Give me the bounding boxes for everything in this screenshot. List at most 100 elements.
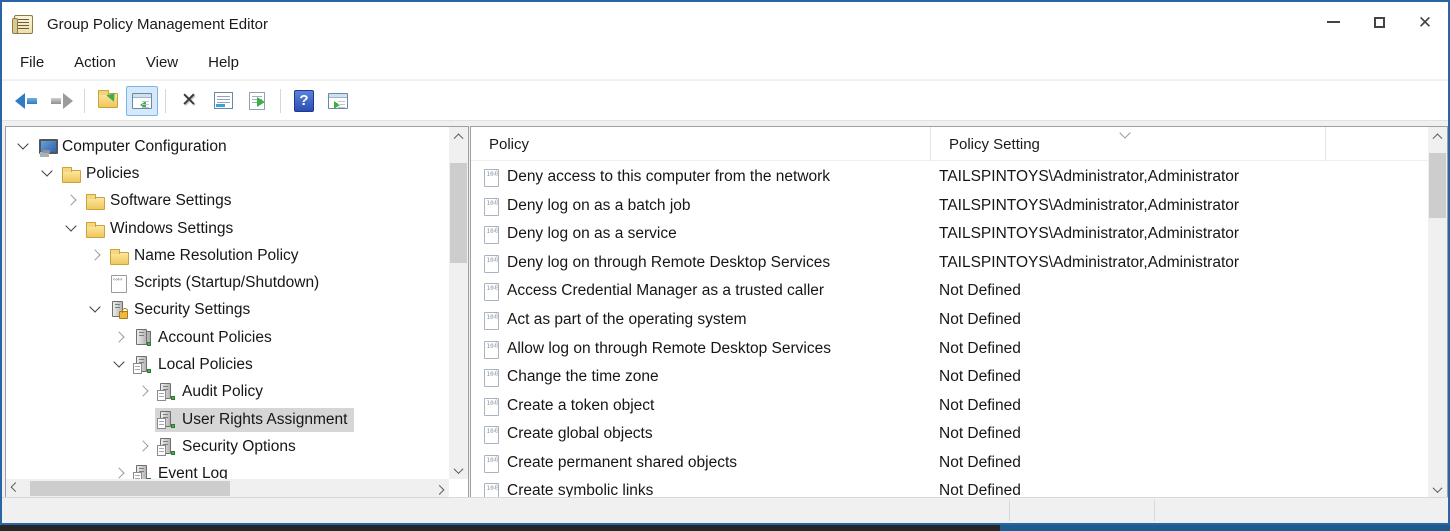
scrollbar-thumb[interactable] [450, 163, 467, 263]
title-bar[interactable]: Group Policy Management Editor ✕ [2, 2, 1448, 46]
expand-chevron-icon[interactable] [112, 358, 126, 372]
scroll-up-arrow-icon[interactable] [1428, 127, 1447, 144]
background-window-accent [1000, 525, 1450, 531]
back-button[interactable] [11, 86, 43, 116]
scroll-right-arrow-icon[interactable] [430, 480, 449, 497]
tree-item-label: Name Resolution Policy [134, 247, 299, 265]
policy-row[interactable]: Create symbolic linksNot Defined [471, 477, 1428, 498]
computer-icon [37, 138, 56, 156]
tree-item-label: User Rights Assignment [182, 411, 347, 429]
tree-item-name-resolution-policy[interactable]: Name Resolution Policy [6, 242, 449, 269]
toolbar-separator [280, 89, 281, 113]
policy-doc-icon [483, 368, 499, 386]
menu-file[interactable]: File [8, 50, 56, 75]
menu-help[interactable]: Help [196, 50, 251, 75]
policy-name: Act as part of the operating system [507, 311, 939, 329]
scrollbar-thumb[interactable] [1429, 153, 1446, 218]
policy-name: Create a token object [507, 397, 939, 415]
tree-item-label: Security Settings [134, 301, 250, 319]
scroll-down-arrow-icon[interactable] [449, 462, 468, 479]
properties-button[interactable] [207, 86, 239, 116]
tree-item-software-settings[interactable]: Software Settings [6, 188, 449, 215]
policy-row[interactable]: Create global objectsNot Defined [471, 420, 1428, 449]
forward-button[interactable] [45, 86, 77, 116]
expand-chevron-icon[interactable] [88, 303, 102, 317]
scripts-icon [109, 274, 128, 292]
tree-vertical-scrollbar[interactable] [449, 127, 468, 479]
folder-icon [85, 220, 104, 238]
up-one-level-button[interactable] [92, 86, 124, 116]
screen: Group Policy Management Editor ✕ File Ac… [0, 0, 1450, 531]
policy-setting: Not Defined [939, 482, 1021, 498]
tree-item-label: Software Settings [110, 192, 231, 210]
policy-name: Deny access to this computer from the ne… [507, 168, 939, 186]
minimize-button[interactable] [1310, 2, 1356, 42]
collapse-chevron-icon[interactable] [136, 385, 150, 399]
scroll-up-arrow-icon[interactable] [449, 127, 468, 144]
scrollbar-thumb[interactable] [30, 481, 230, 496]
policy-row[interactable]: Deny log on through Remote Desktop Servi… [471, 249, 1428, 278]
delete-button[interactable]: ✕ [173, 86, 205, 116]
collapse-chevron-icon[interactable] [112, 331, 126, 345]
show-console-tree-button[interactable] [126, 86, 158, 116]
policy-row[interactable]: Create permanent shared objectsNot Defin… [471, 448, 1428, 477]
list-header: Policy Policy Setting [471, 127, 1428, 161]
tree-item-local-policies[interactable]: Local Policies [6, 351, 449, 378]
tree-item-event-log[interactable]: Event Log [6, 461, 449, 479]
show-action-pane-button[interactable] [322, 86, 354, 116]
policy-row[interactable]: Create a token objectNot Defined [471, 391, 1428, 420]
collapse-chevron-icon[interactable] [136, 440, 150, 454]
tree-horizontal-scrollbar[interactable] [6, 479, 449, 498]
toolbar-separator [165, 89, 166, 113]
window-controls: ✕ [1310, 2, 1448, 42]
menu-view[interactable]: View [134, 50, 190, 75]
policy-name: Deny log on as a service [507, 225, 939, 243]
toolbar: ✕ ? [2, 81, 1448, 121]
list-vertical-scrollbar[interactable] [1428, 127, 1447, 498]
no-chevron [88, 276, 102, 290]
tree-item-audit-policy[interactable]: Audit Policy [6, 379, 449, 406]
help-button[interactable]: ? [288, 86, 320, 116]
scroll-down-arrow-icon[interactable] [1428, 481, 1447, 498]
policy-row[interactable]: Deny log on as a batch jobTAILSPINTOYS\A… [471, 192, 1428, 221]
policy-setting: Not Defined [939, 454, 1021, 472]
policy-row[interactable]: Change the time zoneNot Defined [471, 363, 1428, 392]
tree-item-account-policies[interactable]: Account Policies [6, 324, 449, 351]
policy-name: Change the time zone [507, 368, 939, 386]
tree-item-computer-configuration[interactable]: Computer Configuration [6, 133, 449, 160]
menu-action[interactable]: Action [62, 50, 128, 75]
scroll-left-arrow-icon[interactable] [6, 480, 25, 497]
tree-item-windows-settings[interactable]: Windows Settings [6, 215, 449, 242]
tree-item-scripts[interactable]: Scripts (Startup/Shutdown) [6, 269, 449, 296]
policy-doc-icon [483, 482, 499, 498]
collapse-chevron-icon[interactable] [88, 249, 102, 263]
close-button[interactable]: ✕ [1402, 2, 1448, 42]
policy-row[interactable]: Act as part of the operating systemNot D… [471, 306, 1428, 335]
forward-arrow-icon [49, 93, 73, 109]
column-header-policy[interactable]: Policy [471, 127, 931, 161]
expand-chevron-icon[interactable] [64, 222, 78, 236]
folder-icon [61, 165, 80, 183]
collapse-chevron-icon[interactable] [112, 467, 126, 479]
expand-chevron-icon[interactable] [16, 140, 30, 154]
policy-row[interactable]: Access Credential Manager as a trusted c… [471, 277, 1428, 306]
policy-row[interactable]: Deny log on as a serviceTAILSPINTOYS\Adm… [471, 220, 1428, 249]
policy-row[interactable]: Allow log on through Remote Desktop Serv… [471, 334, 1428, 363]
policy-doc-icon [483, 425, 499, 443]
policy-setting: Not Defined [939, 425, 1021, 443]
tree-item-label: Audit Policy [182, 383, 263, 401]
collapse-chevron-icon[interactable] [64, 194, 78, 208]
tree-item-security-options[interactable]: Security Options [6, 433, 449, 460]
statusbar-divider [1154, 500, 1155, 521]
tree-item-policies[interactable]: Policies [6, 160, 449, 187]
column-label: Policy Setting [949, 136, 1040, 153]
tree-item-security-settings[interactable]: Security Settings [6, 297, 449, 324]
policy-row[interactable]: Deny access to this computer from the ne… [471, 163, 1428, 192]
policy-name: Deny log on as a batch job [507, 197, 939, 215]
tree-item-user-rights-assignment[interactable]: User Rights Assignment [6, 406, 449, 433]
maximize-button[interactable] [1356, 2, 1402, 42]
background-window-strip [0, 525, 1450, 531]
expand-chevron-icon[interactable] [40, 167, 54, 181]
folder-icon [109, 247, 128, 265]
export-list-button[interactable] [241, 86, 273, 116]
